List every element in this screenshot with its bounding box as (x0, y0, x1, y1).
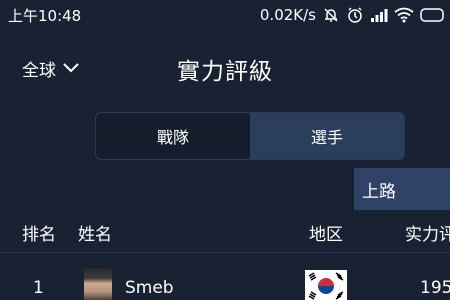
player-name: Smeb (125, 278, 174, 298)
column-name: 姓名 (78, 225, 112, 245)
network-speed: 0.02K/s (259, 6, 316, 24)
status-icons: 0.02K/s (260, 6, 444, 24)
wifi-icon (394, 7, 414, 23)
status-bar: 上午10:48 0.02K/s (0, 0, 450, 30)
signal-icon (370, 7, 388, 23)
tab-players[interactable]: 選手 (250, 113, 404, 159)
team-player-toggle: 戰隊 選手 (95, 112, 405, 160)
alarm-icon (346, 6, 364, 24)
status-time: 上午10:48 (8, 6, 82, 25)
battery-icon (420, 8, 444, 22)
table-divider (0, 252, 450, 253)
tab-teams[interactable]: 戰隊 (96, 113, 250, 159)
south-korea-flag-icon (305, 270, 347, 300)
position-dropdown[interactable]: 上路 (354, 168, 450, 210)
table-row[interactable]: 1 Smeb 195 (0, 258, 450, 300)
table-header: 排名 姓名 地区 实力评 (0, 218, 450, 246)
row-rank: 1 (33, 278, 44, 298)
column-score: 实力评 (405, 225, 450, 245)
header: 全球 實力評級 (0, 40, 450, 96)
column-rank: 排名 (22, 225, 56, 245)
mute-icon (322, 6, 340, 24)
page-title: 實力評級 (177, 59, 273, 85)
column-region: 地区 (309, 225, 343, 245)
player-score: 195 (420, 278, 450, 298)
player-avatar (84, 268, 112, 300)
